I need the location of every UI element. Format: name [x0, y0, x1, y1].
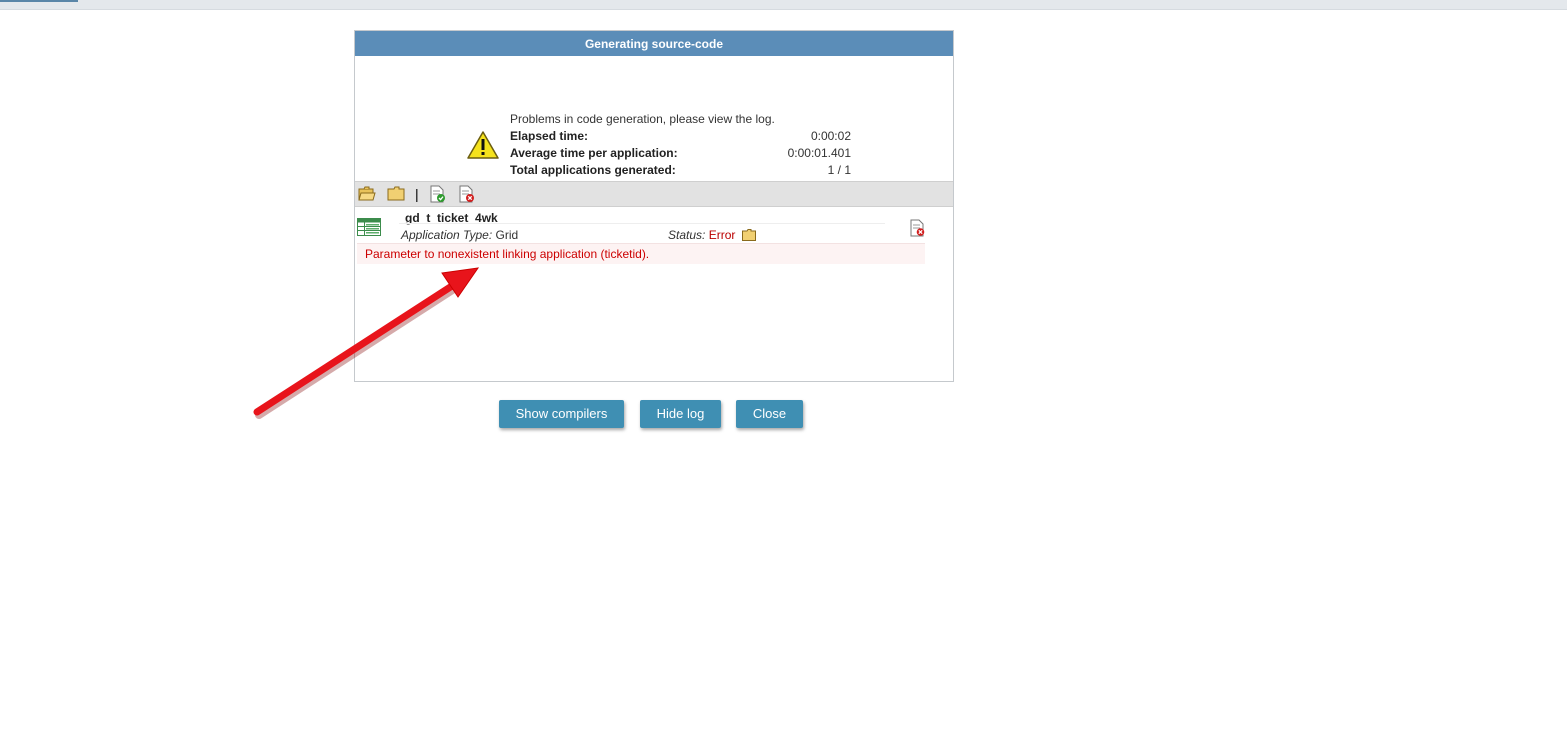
folder-icon[interactable]: [387, 185, 405, 203]
stat-row-average: Average time per application: 0:00:01.40…: [510, 145, 851, 161]
log-panel: gd_t_ticket_4wk Application Type: Grid S…: [355, 207, 953, 381]
stat-label: Elapsed time:: [510, 129, 589, 143]
open-folder-icon[interactable]: [358, 185, 376, 203]
status-value: Error: [708, 228, 736, 242]
error-message: Parameter to nonexistent linking applica…: [365, 247, 650, 261]
toolbar-separator: |: [415, 186, 419, 202]
divider: [399, 223, 885, 224]
app-status: Status: Error: [668, 228, 756, 242]
close-button[interactable]: Close: [736, 400, 803, 428]
top-bar: [0, 0, 1567, 10]
app-type: Application Type: Grid: [401, 228, 518, 242]
summary-panel: Problems in code generation, please view…: [355, 57, 953, 181]
stat-label: Total applications generated:: [510, 163, 676, 177]
generation-dialog: Generating source-code Problems in code …: [354, 30, 954, 382]
show-compilers-button[interactable]: Show compilers: [499, 400, 624, 428]
folder-icon[interactable]: [741, 229, 756, 241]
stat-value: 0:00:02: [810, 129, 851, 143]
log-toolbar: |: [355, 181, 953, 207]
stat-label: Average time per application:: [510, 146, 678, 160]
grid-app-icon: [357, 218, 381, 236]
dialog-title: Generating source-code: [355, 31, 953, 56]
file-ok-icon[interactable]: [428, 185, 446, 203]
hide-log-button[interactable]: Hide log: [640, 400, 721, 428]
status-label: Status:: [668, 228, 706, 242]
stat-row-elapsed: Elapsed time: 0:00:02: [510, 128, 851, 144]
app-type-label: Application Type:: [401, 228, 493, 242]
status-message: Problems in code generation, please view…: [510, 112, 775, 126]
error-row: Parameter to nonexistent linking applica…: [357, 243, 925, 264]
stat-row-total: Total applications generated: 1 / 1: [510, 162, 851, 178]
warning-icon: [467, 131, 499, 159]
app-type-value: Grid: [495, 228, 519, 242]
file-error-icon[interactable]: [457, 185, 475, 203]
file-error-icon[interactable]: [909, 219, 925, 237]
stat-value: 1 / 1: [827, 163, 851, 177]
stat-value: 0:00:01.401: [787, 146, 851, 160]
tab-indicator: [0, 0, 78, 2]
